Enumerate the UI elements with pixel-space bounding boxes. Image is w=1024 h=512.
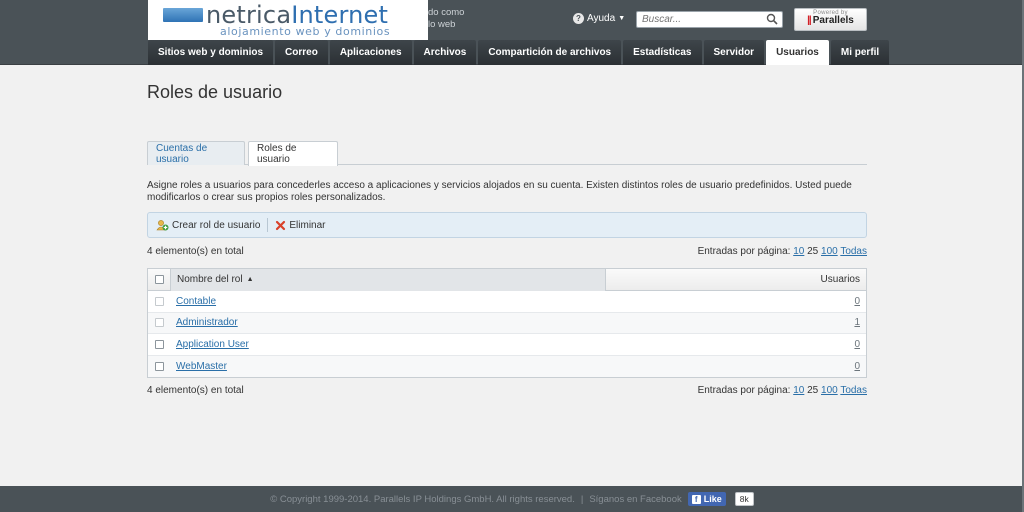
facebook-icon: f <box>691 494 701 504</box>
logo-bar-icon <box>163 8 203 22</box>
search-box <box>636 11 783 28</box>
like-count: 8k <box>734 492 754 506</box>
toolbar: Crear rol de usuario Eliminar <box>147 212 867 238</box>
parallels-logo[interactable]: Powered by || Parallels <box>794 8 867 31</box>
items-total-bottom: 4 elemento(s) en total <box>147 385 244 396</box>
table-row: Application User 0 <box>148 334 866 356</box>
per-page-all-link[interactable]: Todas <box>840 385 867 396</box>
help-menu[interactable]: ? Ayuda ▼ <box>573 13 625 24</box>
per-page-label: Entradas por página: <box>697 246 791 257</box>
like-label: Like <box>703 494 722 504</box>
per-page-25-current: 25 <box>807 385 819 396</box>
table-header: Nombre del rol ▲ Usuarios <box>148 268 866 291</box>
logo-tagline: alojamiento web y dominios <box>220 25 391 38</box>
main-nav: Sitios web y dominios Correo Aplicacione… <box>148 40 890 65</box>
items-total-top: 4 elemento(s) en total <box>147 246 244 257</box>
delete-icon <box>276 220 286 230</box>
role-users-link[interactable]: 1 <box>854 317 860 328</box>
nav-tab-file-sharing[interactable]: Compartición de archivos <box>478 40 622 65</box>
per-page-25-current: 25 <box>807 246 819 257</box>
logged-in-info: do como lo web <box>428 7 464 31</box>
role-users-link[interactable]: 0 <box>854 296 860 307</box>
brand-logo[interactable]: netricaInternet alojamiento web y domini… <box>148 0 428 40</box>
nav-tab-mail[interactable]: Correo <box>275 40 328 65</box>
search-input[interactable] <box>637 12 762 27</box>
role-users-link[interactable]: 0 <box>854 361 860 372</box>
per-page-100-link[interactable]: 100 <box>821 385 838 396</box>
row-checkbox[interactable] <box>154 361 164 371</box>
parallels-name: Parallels <box>812 15 854 26</box>
create-role-button[interactable]: Crear rol de usuario <box>156 219 260 231</box>
page-footer: © Copyright 1999-2014. Parallels IP Hold… <box>0 486 1024 512</box>
help-label: Ayuda <box>587 13 616 24</box>
per-page-100-link[interactable]: 100 <box>821 246 838 257</box>
row-checkbox[interactable] <box>154 318 164 328</box>
per-page-10-link[interactable]: 10 <box>793 246 804 257</box>
sub-tabs: Cuentas de usuario Roles de usuario <box>147 141 867 166</box>
page-title: Roles de usuario <box>147 82 283 102</box>
question-icon: ? <box>573 13 584 24</box>
role-name-link[interactable]: Application User <box>176 339 249 350</box>
row-checkbox[interactable] <box>154 339 164 349</box>
logged-line-1: do como <box>428 7 465 18</box>
roles-table: Nombre del rol ▲ Usuarios Contable 0 Adm… <box>147 268 867 378</box>
top-header: netricaInternet alojamiento web y domini… <box>0 0 1024 65</box>
per-page-label: Entradas por página: <box>697 385 791 396</box>
search-icon[interactable] <box>766 13 778 25</box>
table-row: Administrador 1 <box>148 312 866 334</box>
copyright-text: © Copyright 1999-2014. Parallels IP Hold… <box>270 493 575 505</box>
table-row: WebMaster 0 <box>148 355 866 377</box>
delete-label: Eliminar <box>289 219 326 231</box>
role-name-link[interactable]: Administrador <box>176 317 238 328</box>
facebook-like-button[interactable]: f Like <box>687 492 726 506</box>
select-all-checkbox[interactable] <box>154 275 164 284</box>
toolbar-divider <box>267 218 269 232</box>
per-page-all-link[interactable]: Todas <box>840 246 867 257</box>
follow-facebook-text: Síganos en Facebook <box>589 493 682 505</box>
per-page-10-link[interactable]: 10 <box>793 385 804 396</box>
pagination-top: Entradas por página: 10 25 100 Todas <box>698 246 867 257</box>
sort-asc-icon: ▲ <box>246 276 254 283</box>
column-role-name[interactable]: Nombre del rol ▲ <box>170 268 606 291</box>
nav-tab-my-profile[interactable]: Mi perfil <box>830 40 890 65</box>
logged-line-2: lo web <box>428 19 456 30</box>
add-role-icon <box>156 220 169 231</box>
column-role-name-label: Nombre del rol <box>177 274 243 285</box>
pagination-bottom: Entradas por página: 10 25 100 Todas <box>698 385 867 396</box>
role-users-link[interactable]: 0 <box>854 339 860 350</box>
nav-tab-users[interactable]: Usuarios <box>766 40 829 65</box>
nav-tab-applications[interactable]: Aplicaciones <box>329 40 412 65</box>
delete-button[interactable]: Eliminar <box>275 219 326 231</box>
tab-user-roles[interactable]: Roles de usuario <box>248 141 338 166</box>
nav-tab-files[interactable]: Archivos <box>413 40 477 65</box>
column-users[interactable]: Usuarios <box>606 274 866 285</box>
row-checkbox[interactable] <box>154 296 164 306</box>
role-name-link[interactable]: Contable <box>176 296 216 307</box>
footer-separator: | <box>580 493 584 505</box>
tab-user-accounts[interactable]: Cuentas de usuario <box>147 141 245 165</box>
nav-tab-websites[interactable]: Sitios web y dominios <box>148 40 274 65</box>
table-row: Contable 0 <box>148 291 866 313</box>
create-role-label: Crear rol de usuario <box>172 219 261 231</box>
page-description: Asigne roles a usuarios para concederles… <box>147 180 852 203</box>
nav-tab-statistics[interactable]: Estadísticas <box>623 40 702 65</box>
parallels-bars-icon: || <box>807 15 812 26</box>
nav-tab-server[interactable]: Servidor <box>703 40 765 65</box>
role-name-link[interactable]: WebMaster <box>176 361 227 372</box>
chevron-down-icon: ▼ <box>618 15 626 22</box>
